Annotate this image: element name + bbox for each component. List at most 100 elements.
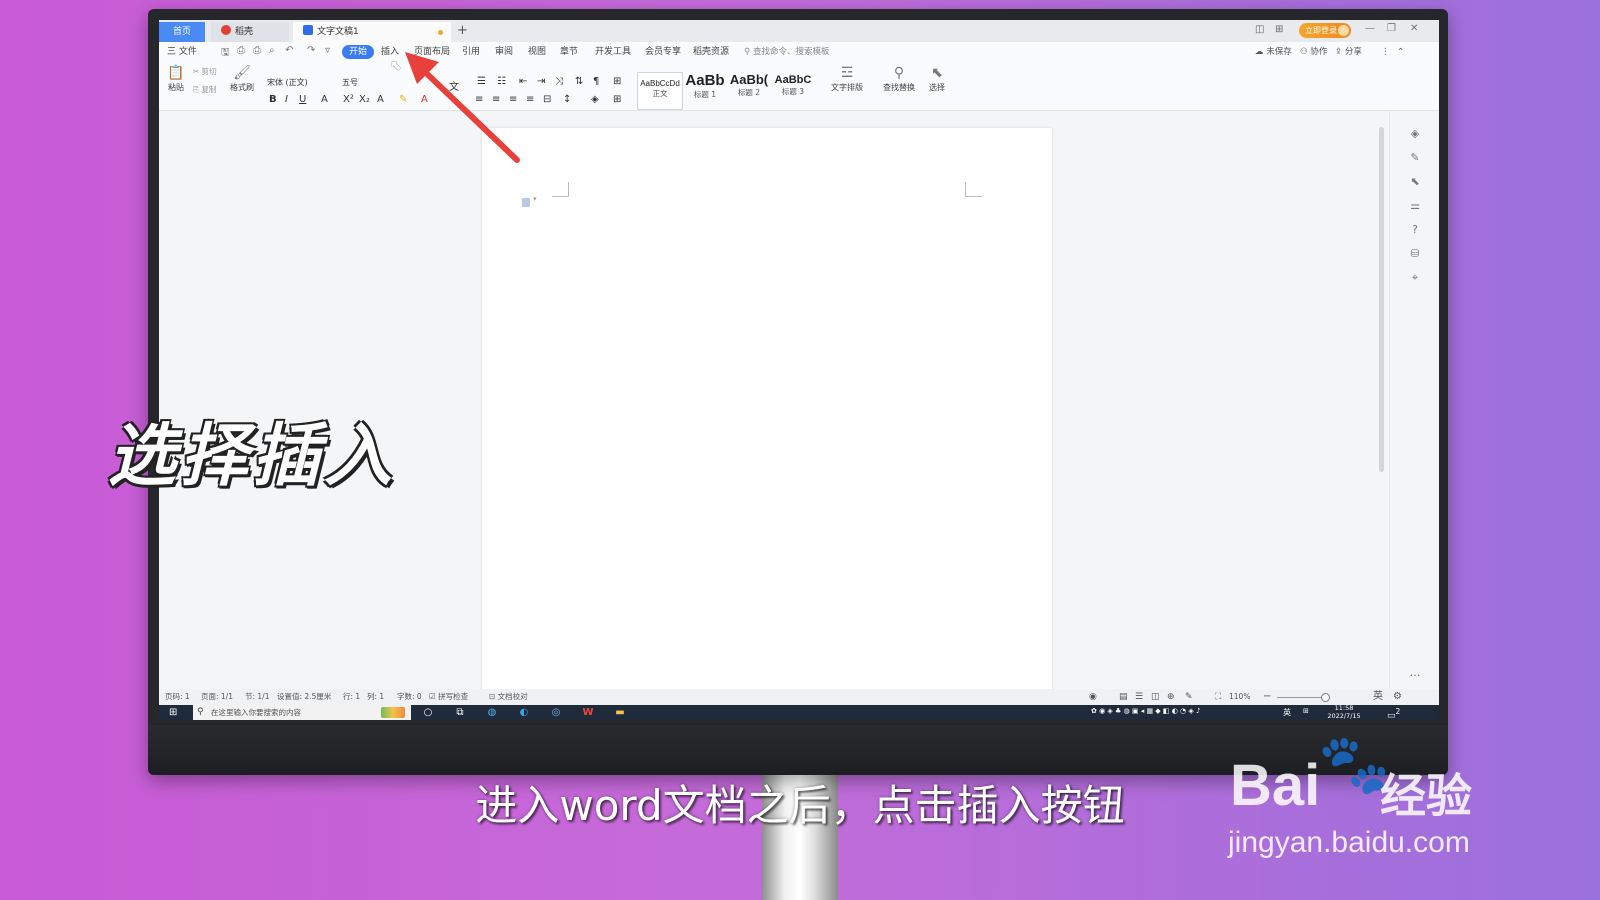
zoom-level[interactable]: 110% (1229, 689, 1250, 705)
paste-button[interactable]: 📋 粘贴 (165, 64, 187, 93)
tab-document[interactable]: 文字文稿1 (293, 22, 451, 42)
sogou-icon[interactable]: ◎ (549, 706, 563, 719)
sliders-icon[interactable]: ⚌ (1390, 199, 1439, 212)
bold-icon[interactable]: B (269, 94, 277, 105)
zoom-slider-knob[interactable] (1321, 693, 1330, 702)
style-normal[interactable]: AaBbCcDd 正文 (637, 72, 683, 110)
redo-icon[interactable]: ↷ (307, 45, 315, 56)
save-icon[interactable]: 🖫 (221, 45, 230, 62)
command-search[interactable]: ⚲ 查找命令、搜索模板 (744, 42, 829, 62)
notification-icon[interactable]: ▭2 (1387, 707, 1400, 720)
fit-page-icon[interactable]: ⛶ (1215, 689, 1221, 705)
text-direction-icon[interactable]: ⤨ (555, 76, 563, 87)
spellcheck-toggle[interactable]: ☑ 拼写检查 (429, 689, 468, 705)
tab-daoke[interactable]: 稻壳 (211, 22, 289, 42)
cortana-icon[interactable]: ○ (421, 706, 435, 719)
settings-gear-icon[interactable]: ⚙ (1393, 689, 1402, 705)
backup-icon[interactable]: ⛁ (1390, 247, 1439, 260)
tray-ime[interactable]: 英 (1283, 707, 1291, 718)
distribute-icon[interactable]: ⊟ (543, 94, 551, 105)
undo-icon[interactable]: ↶ (285, 45, 293, 56)
font-color-icon[interactable]: A (377, 94, 384, 105)
more-icon[interactable]: ⋮ (1381, 42, 1390, 62)
login-button[interactable]: 立即登录 (1299, 23, 1351, 38)
minimize-icon[interactable]: — (1365, 23, 1375, 34)
text-layout-button[interactable]: ☲ 文字排版 (827, 64, 867, 93)
windows-start-icon[interactable]: ⊞ (169, 707, 177, 718)
tab-daoke-resources[interactable]: 稻壳资源 (693, 42, 729, 62)
new-tab-button[interactable]: + (457, 22, 468, 40)
indent-increase-icon[interactable]: ⇥ (537, 76, 545, 87)
unsaved-status[interactable]: ☁ 未保存 (1255, 42, 1292, 62)
location-icon[interactable]: ⌖ (1390, 271, 1439, 285)
file-explorer-icon[interactable]: ▬ (613, 706, 627, 719)
font-name-select[interactable]: 宋体 (正文) (265, 76, 341, 89)
underline-icon[interactable]: U (299, 94, 306, 105)
taskbar-search[interactable]: ⚲ 在这里输入你要搜索的内容 (193, 705, 411, 720)
select-button[interactable]: ⬉ 选择 (923, 64, 951, 93)
tab-start[interactable]: 开始 (342, 45, 375, 59)
reading-view-icon[interactable]: ◫ (1151, 689, 1160, 705)
ime-status[interactable]: 英 (1373, 689, 1383, 705)
grid-apps-icon[interactable]: ⊞ (1275, 24, 1283, 35)
scrollbar-thumb[interactable] (1379, 127, 1384, 472)
zoom-slider[interactable] (1277, 697, 1327, 698)
pointer-icon[interactable]: ⬉ (1390, 175, 1439, 188)
collapse-ribbon-icon[interactable]: ⌃ (1397, 42, 1404, 62)
help-icon[interactable]: ? (1390, 223, 1439, 236)
strikethrough-icon[interactable]: A (321, 94, 328, 105)
font-size-select[interactable]: 五号 (342, 76, 382, 89)
borders-icon[interactable]: ⊞ (613, 76, 621, 87)
zoom-out-icon[interactable]: − (1263, 689, 1271, 705)
close-icon[interactable]: ✕ (1410, 23, 1418, 34)
browser-icon[interactable]: ◍ (485, 706, 499, 719)
tab-home[interactable]: 首页 (159, 22, 205, 42)
write-mode-icon[interactable]: ✎ (1185, 689, 1193, 705)
find-replace-button[interactable]: ⚲ 查找替换 (879, 64, 919, 93)
tray-icons[interactable]: ✿ ◉ ◈ ♣ ◍ ▣ ◂ ▦ ◆ ◧ ◐ ◔ ◈ ♪ (1091, 707, 1200, 715)
tab-member[interactable]: 会员专享 (645, 42, 681, 62)
status-word-count[interactable]: 字数: 0 (397, 689, 422, 705)
more-dots-icon[interactable]: … (1390, 666, 1439, 679)
style-panel-icon[interactable]: ◈ (1390, 127, 1439, 140)
collaborate-button[interactable]: ⚇ 协作 (1300, 42, 1327, 62)
taskbar-clock[interactable]: 11:58 2022/7/15 (1324, 704, 1364, 720)
edge-icon[interactable]: ◐ (517, 706, 531, 719)
tab-developer[interactable]: 开发工具 (595, 42, 631, 62)
eye-protect-icon[interactable]: ◉ (1089, 689, 1097, 705)
style-heading-2[interactable]: AaBb( 标题 2 (727, 72, 771, 108)
task-view-icon[interactable]: ⧉ (453, 706, 467, 719)
tab-chapter[interactable]: 章节 (560, 42, 578, 62)
customize-qa-icon[interactable]: ▿ (325, 45, 330, 56)
style-heading-3[interactable]: AaBbC 标题 3 (771, 72, 815, 108)
layout-toggle-icon[interactable]: ◫ (1255, 24, 1264, 35)
paragraph-icon[interactable]: ¶ (593, 76, 599, 87)
print-icon[interactable]: ⎙ (253, 45, 261, 56)
style-heading-1[interactable]: AaBb 标题 1 (683, 72, 727, 108)
subscript-icon[interactable]: X₂ (359, 94, 370, 105)
print-preview-icon[interactable]: ⌕ (269, 45, 275, 56)
table-border-icon[interactable]: ⊞ (613, 94, 621, 105)
superscript-icon[interactable]: X² (343, 94, 354, 105)
share-button[interactable]: ⇪ 分享 (1335, 42, 1362, 62)
line-spacing-icon[interactable]: ↕ (563, 94, 571, 105)
vertical-scrollbar[interactable] (1375, 111, 1389, 689)
web-view-icon[interactable]: ⊕ (1167, 689, 1175, 705)
restore-icon[interactable]: ❐ (1387, 23, 1396, 34)
menu-file[interactable]: 三 文件 (167, 42, 197, 62)
paragraph-layout-icon[interactable] (522, 195, 537, 207)
sort-icon[interactable]: ⇅ (575, 76, 583, 87)
tray-grid-icon[interactable]: ⊞ (1303, 707, 1309, 715)
pen-icon[interactable]: ✎ (1390, 151, 1439, 164)
outline-view-icon[interactable]: ☰ (1135, 689, 1143, 705)
cut-button[interactable]: ✂ 剪切 (193, 66, 217, 77)
export-pdf-icon[interactable]: ⎙ (237, 45, 245, 56)
shading-icon[interactable]: ◈ (591, 94, 599, 105)
copy-button[interactable]: ⎘ 复制 (193, 84, 216, 95)
proofread-button[interactable]: ⊡ 文档校对 (489, 689, 528, 705)
page-view-icon[interactable]: ▤ (1119, 689, 1128, 705)
wps-icon[interactable]: W (581, 706, 595, 719)
document-page[interactable] (482, 128, 1052, 698)
italic-icon[interactable]: I (285, 94, 288, 105)
format-painter-button[interactable]: 🖌 格式刷 (229, 64, 255, 93)
